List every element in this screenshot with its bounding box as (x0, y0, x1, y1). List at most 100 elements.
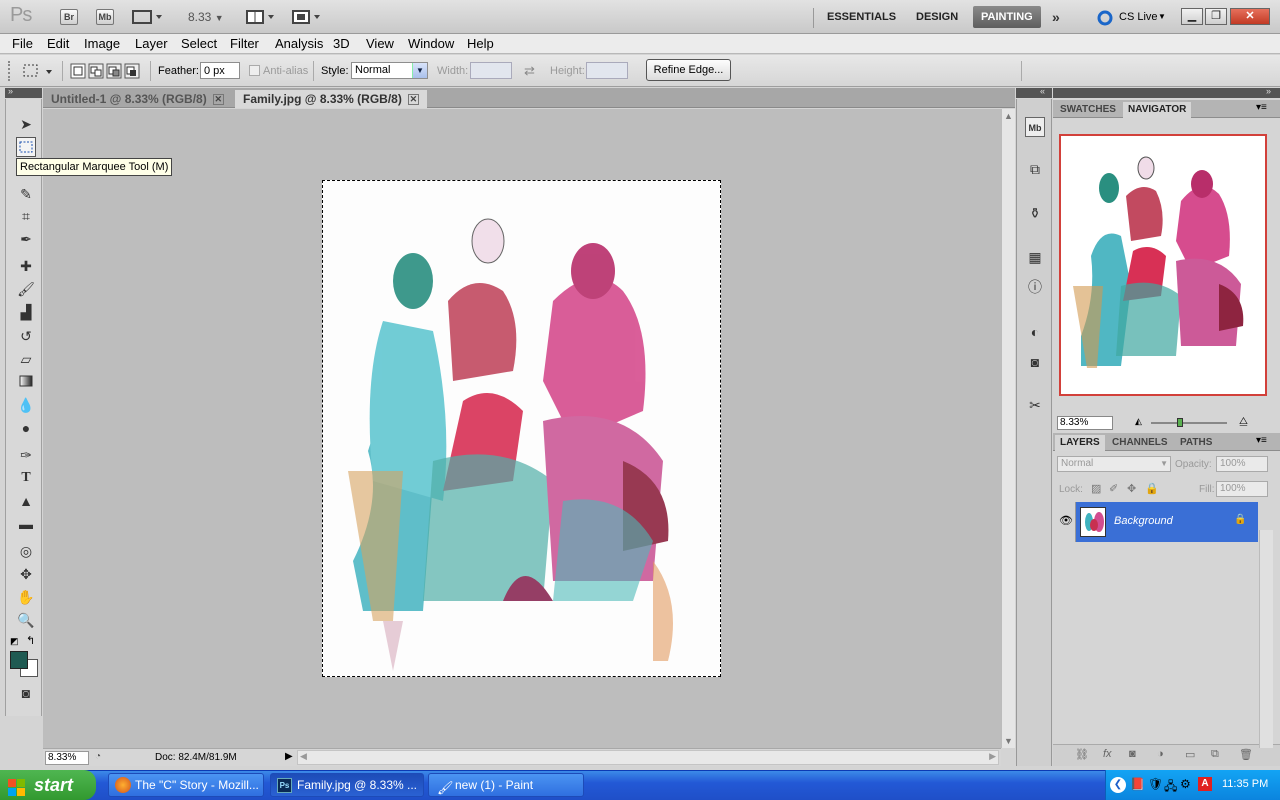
collapse-icon[interactable]: » (1266, 86, 1271, 96)
minimize-button[interactable]: ▁ (1181, 8, 1203, 25)
add-selection-icon[interactable] (88, 63, 104, 79)
subtract-selection-icon[interactable] (106, 63, 122, 79)
healing-brush-tool-icon[interactable]: ✚ (16, 256, 36, 276)
refine-edge-button[interactable]: Refine Edge... (646, 59, 731, 81)
swap-colors-icon[interactable]: ↰ (26, 634, 35, 647)
view-extras-button[interactable] (132, 9, 164, 25)
menu-view[interactable]: View (364, 36, 396, 51)
status-menu-arrow-icon[interactable]: ▶ (285, 751, 293, 762)
workspace-design[interactable]: DESIGN (908, 6, 966, 28)
screen-mode-button[interactable] (292, 9, 324, 25)
lock-position-icon[interactable]: ✥ (1127, 482, 1136, 495)
tab-untitled-1[interactable]: Untitled-1 @ 8.33% (RGB/8) ✕ (43, 90, 232, 108)
task-photoshop[interactable]: Ps Family.jpg @ 8.33% ... (270, 773, 424, 797)
collapse-icon[interactable]: » (8, 86, 13, 96)
navigator-zoom-slider[interactable] (1151, 422, 1227, 424)
gradient-tool-icon[interactable] (16, 372, 36, 392)
close-icon[interactable]: ✕ (407, 94, 419, 106)
mini-bridge-panel-icon[interactable]: Mb (1025, 117, 1045, 137)
workspace-essentials[interactable]: ESSENTIALS (819, 6, 904, 28)
tab-layers[interactable]: LAYERS (1055, 435, 1105, 451)
close-icon[interactable]: ✕ (212, 94, 224, 106)
document-canvas[interactable] (322, 180, 721, 677)
info-panel-icon[interactable]: ⓘ (1025, 277, 1045, 297)
new-layer-icon[interactable]: ⧉ (1211, 748, 1219, 761)
type-tool-icon[interactable]: T (16, 468, 36, 488)
panel-menu-icon[interactable]: ▾≡ (1256, 102, 1267, 113)
tray-app-icon[interactable]: ⚙ (1180, 777, 1191, 791)
menu-filter[interactable]: Filter (228, 36, 261, 51)
tab-swatches[interactable]: SWATCHES (1055, 102, 1121, 118)
tab-channels[interactable]: CHANNELS (1107, 435, 1173, 451)
tray-network-icon[interactable]: 🖧 (1164, 777, 1177, 798)
3d-orbit-tool-icon[interactable]: ✥ (16, 564, 36, 584)
fill-input[interactable]: 100% (1216, 481, 1268, 497)
crop-tool-icon[interactable]: ⌗ (16, 206, 36, 226)
new-selection-icon[interactable] (70, 63, 86, 79)
eye-visibility-icon[interactable]: 👁 (1059, 514, 1073, 527)
style-select[interactable]: Normal ▼ (351, 62, 428, 79)
feather-input[interactable] (200, 62, 240, 79)
eraser-tool-icon[interactable]: ▱ (16, 349, 36, 369)
start-button[interactable]: start (0, 770, 96, 800)
menu-window[interactable]: Window (406, 36, 456, 51)
foreground-color-swatch[interactable] (10, 651, 28, 669)
delete-layer-icon[interactable]: 🗑 (1239, 748, 1253, 761)
layer-row-background[interactable]: 👁 Background 🔒 (1053, 502, 1280, 542)
menu-help[interactable]: Help (465, 36, 496, 51)
blend-mode-select[interactable]: Normal ▼ (1057, 456, 1171, 472)
tab-paths[interactable]: PATHS (1175, 435, 1217, 451)
panel-menu-icon[interactable]: ▾≡ (1256, 435, 1267, 446)
adjustments-panel-icon[interactable]: ◐ (1025, 322, 1045, 342)
cs-live-button[interactable]: CS Live ▼ (1097, 9, 1167, 27)
quick-mask-icon[interactable]: ◙ (16, 683, 36, 703)
dodge-tool-icon[interactable]: ● (16, 418, 36, 438)
status-icon[interactable]: ◔ (95, 751, 101, 762)
zoom-out-icon[interactable]: ◭ (1135, 416, 1142, 427)
menu-file[interactable]: File (10, 36, 35, 51)
task-firefox[interactable]: The "C" Story - Mozill... (108, 773, 264, 797)
vertical-scrollbar[interactable]: ▲ ▼ (1001, 109, 1015, 748)
zoom-in-icon[interactable]: ⧋ (1239, 416, 1248, 427)
tool-preset-picker[interactable] (20, 60, 56, 82)
masks-panel-icon[interactable]: ◙ (1025, 352, 1045, 372)
adjustment-layer-icon[interactable]: ◑ (1157, 748, 1164, 760)
menu-layer[interactable]: Layer (133, 36, 170, 51)
menu-select[interactable]: Select (179, 36, 219, 51)
histogram-panel-icon[interactable]: ▦ (1025, 247, 1045, 267)
menu-3d[interactable]: 3D (331, 36, 352, 51)
swap-icon[interactable]: ⇄ (524, 63, 535, 79)
width-input[interactable] (470, 62, 512, 79)
bridge-button[interactable]: Br (60, 9, 78, 25)
layers-scrollbar[interactable] (1259, 530, 1273, 748)
scroll-right-icon[interactable]: ▶ (989, 751, 996, 762)
tool-presets-panel-icon[interactable]: ✂ (1025, 395, 1045, 415)
scroll-left-icon[interactable]: ◀ (300, 751, 307, 762)
opacity-input[interactable]: 100% (1216, 456, 1268, 472)
navigator-zoom-input[interactable]: 8.33% (1057, 416, 1113, 430)
slider-handle[interactable] (1177, 418, 1183, 427)
zoom-tool-icon[interactable]: 🔍 (16, 610, 36, 630)
new-group-icon[interactable]: ▭ (1185, 748, 1195, 761)
collapse-icon[interactable]: « (1040, 86, 1045, 96)
tab-navigator[interactable]: NAVIGATOR (1123, 102, 1192, 118)
scroll-up-icon[interactable]: ▲ (1004, 111, 1013, 121)
quick-selection-tool-icon[interactable]: ✎ (16, 184, 36, 204)
clone-stamp-tool-icon[interactable]: ▟ (16, 302, 36, 322)
fx-icon[interactable]: fx (1103, 748, 1112, 760)
anti-alias-checkbox[interactable] (249, 65, 260, 76)
arrange-documents-button[interactable] (246, 9, 278, 25)
more-workspaces-icon[interactable]: » (1052, 9, 1060, 25)
brush-tool-icon[interactable]: 🖌 (16, 279, 36, 299)
workspace-painting[interactable]: PAINTING (973, 6, 1041, 28)
menu-analysis[interactable]: Analysis (273, 36, 325, 51)
tray-security-icon[interactable]: 🛡 (1148, 777, 1163, 791)
close-button[interactable]: ✕ (1230, 8, 1270, 25)
pen-tool-icon[interactable]: ✑ (16, 445, 36, 465)
history-brush-tool-icon[interactable]: ↺ (16, 326, 36, 346)
path-selection-tool-icon[interactable]: ▲ (16, 491, 36, 511)
restore-button[interactable]: ❐ (1205, 8, 1227, 25)
hand-tool-icon[interactable]: ✋ (16, 587, 36, 607)
zoom-level-dropdown[interactable]: 8.33 ▼ (188, 10, 224, 24)
navigator-thumbnail[interactable] (1059, 134, 1267, 396)
